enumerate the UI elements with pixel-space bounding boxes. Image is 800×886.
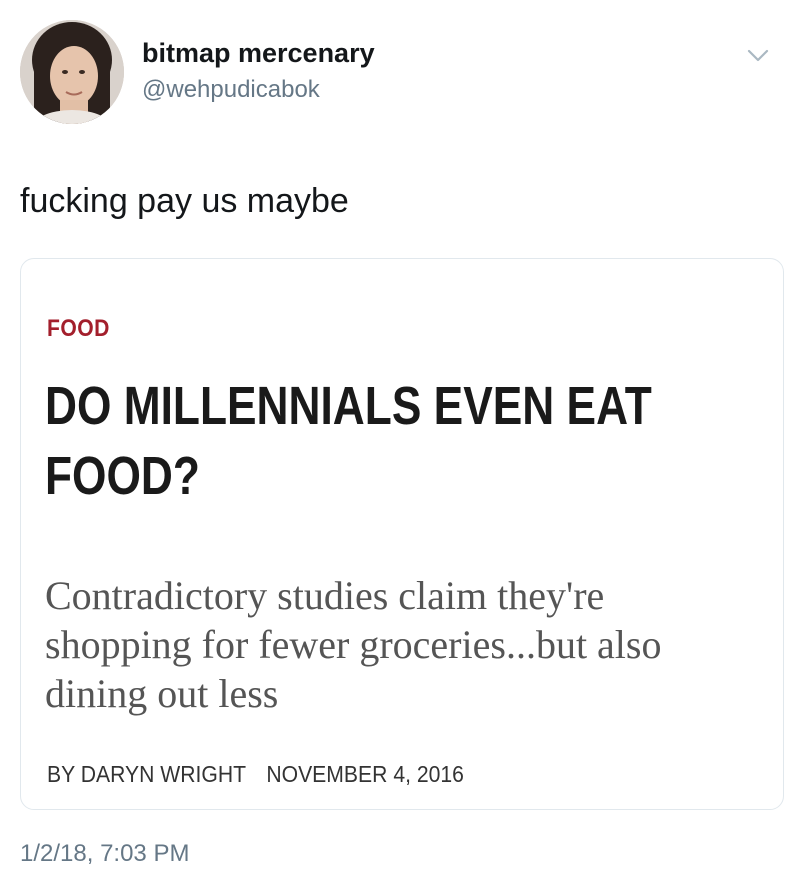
- link-card[interactable]: FOOD DO MILLENNIALS EVEN EAT FOOD? Contr…: [20, 258, 784, 810]
- avatar-photo: [20, 20, 124, 124]
- card-category: FOOD: [47, 315, 110, 342]
- user-handle[interactable]: @wehpudicabok: [142, 76, 320, 104]
- card-date: NOVEMBER 4, 2016: [266, 761, 464, 787]
- card-meta: BY DARYN WRIGHT NOVEMBER 4, 2016: [47, 761, 464, 788]
- display-name[interactable]: bitmap mercenary: [142, 38, 375, 69]
- card-byline: BY DARYN WRIGHT: [47, 761, 247, 787]
- card-headline: DO MILLENNIALS EVEN EAT FOOD?: [45, 376, 652, 506]
- tweet-text: fucking pay us maybe: [20, 182, 349, 220]
- card-description: Contradictory studies claim they're shop…: [45, 573, 662, 716]
- avatar[interactable]: [20, 20, 124, 124]
- tweet-timestamp[interactable]: 1/2/18, 7:03 PM: [20, 840, 189, 868]
- chevron-down-icon[interactable]: [746, 48, 770, 64]
